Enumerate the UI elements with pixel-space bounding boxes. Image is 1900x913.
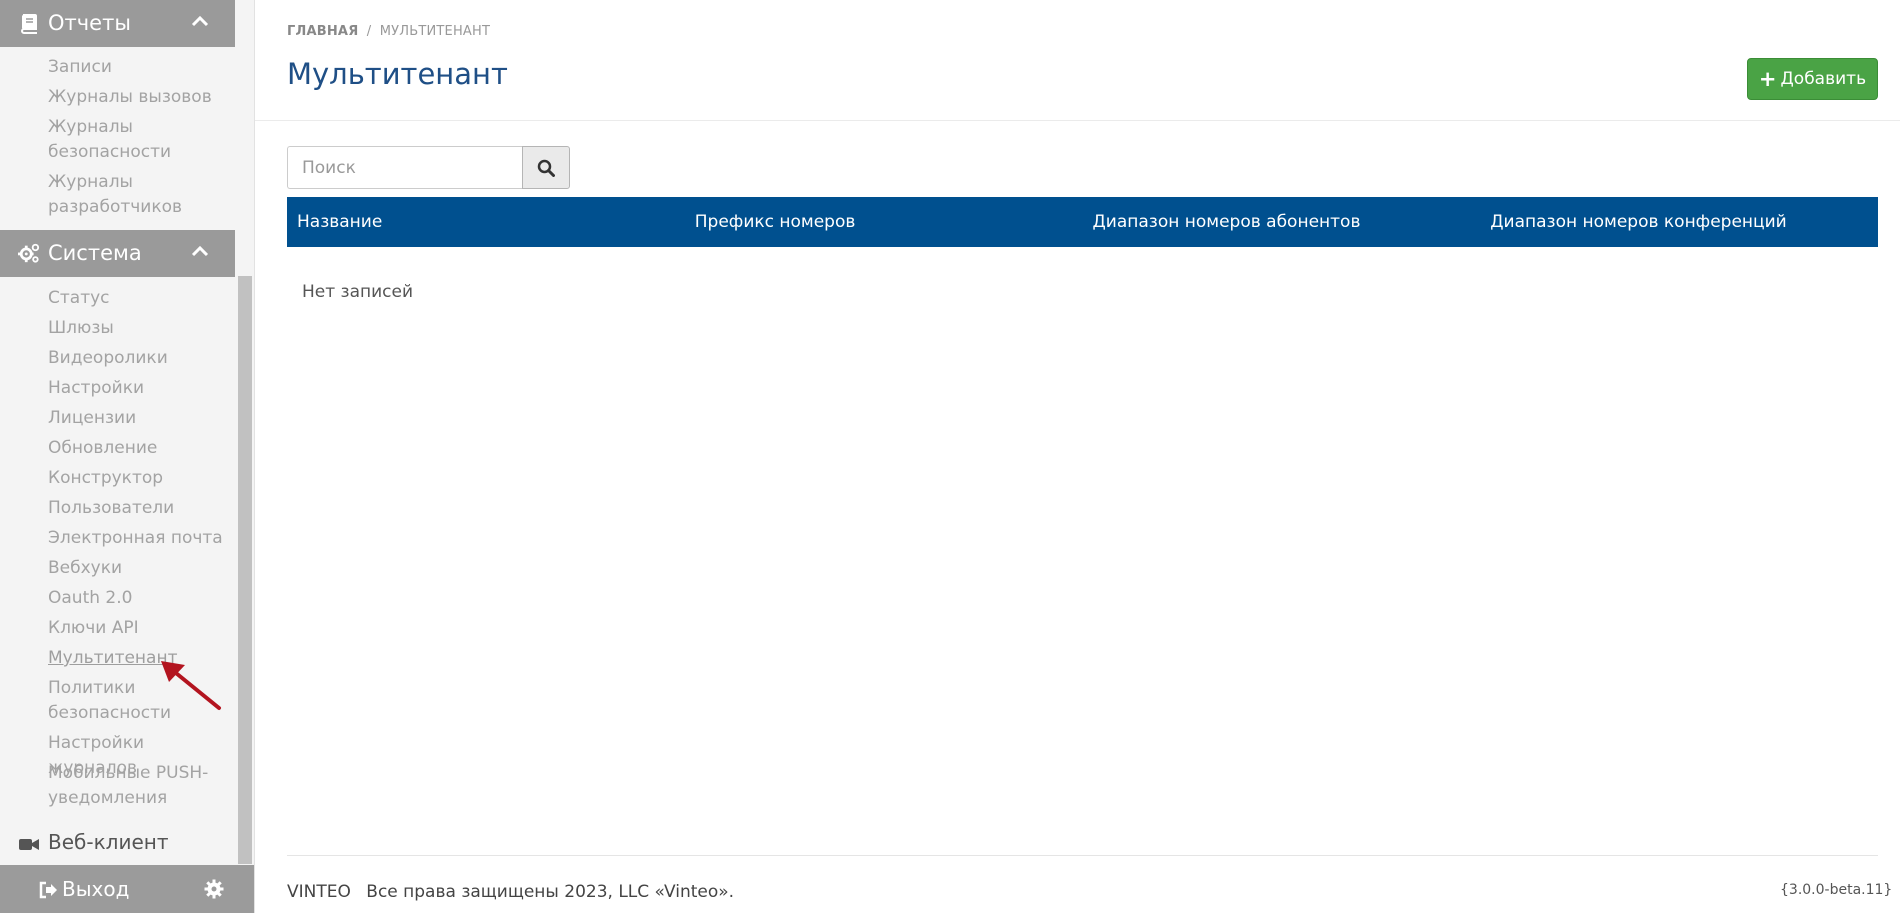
add-button[interactable]: + Добавить — [1747, 58, 1878, 100]
sidebar-item-mobile-push[interactable]: Мобильные PUSH-уведомления — [48, 761, 218, 811]
sidebar-item-label: Веб-клиент — [48, 830, 169, 854]
sidebar-footer: Выход — [0, 865, 254, 913]
search-box — [287, 146, 570, 189]
sign-out-icon — [39, 881, 57, 899]
sidebar-item-api-keys[interactable]: Ключи API — [48, 616, 238, 641]
sidebar-section-system[interactable]: Система — [0, 230, 235, 277]
sidebar-item-videos[interactable]: Видеоролики — [48, 346, 238, 371]
search-icon — [537, 159, 555, 177]
sidebar-section-label: Система — [48, 241, 142, 265]
search-button[interactable] — [522, 146, 570, 189]
sidebar-item-gateways[interactable]: Шлюзы — [48, 316, 238, 341]
add-button-label: Добавить — [1780, 69, 1867, 89]
sidebar-item-records[interactable]: Записи — [48, 55, 238, 80]
sidebar-scrollbar-thumb[interactable] — [238, 276, 252, 864]
sidebar-item-multitenant[interactable]: Мультитенант — [48, 646, 238, 671]
sidebar-scrollbar[interactable] — [235, 0, 254, 865]
sidebar-item-call-logs[interactable]: Журналы вызовов — [48, 85, 238, 110]
table-header: Название Префикс номеров Диапазон номеро… — [287, 197, 1878, 247]
header-divider — [255, 120, 1900, 121]
footer-version: {3.0.0-beta.11} — [1780, 882, 1893, 898]
page-title: Мультитенант — [287, 57, 508, 91]
breadcrumb-home[interactable]: ГЛАВНАЯ — [287, 24, 358, 39]
sidebar-section-label: Отчеты — [48, 11, 131, 35]
search-input[interactable] — [287, 146, 522, 189]
book-icon — [21, 14, 37, 34]
sidebar-item-licenses[interactable]: Лицензии — [48, 406, 238, 431]
chevron-up-icon — [191, 245, 209, 257]
main-content: ГЛАВНАЯ / МУЛЬТИТЕНАНТ Мультитенант + До… — [255, 0, 1900, 913]
sidebar-item-update[interactable]: Обновление — [48, 436, 238, 461]
sidebar-menu: Отчеты Записи Журналы вызовов Журналы бе… — [0, 0, 235, 865]
footer-divider — [287, 855, 1878, 856]
column-header-subscriber-range[interactable]: Диапазон номеров абонентов — [1083, 197, 1481, 247]
sidebar-item-developer-logs[interactable]: Журналы разработчиков — [48, 170, 198, 220]
sidebar-item-status[interactable]: Статус — [48, 286, 238, 311]
plus-icon: + — [1758, 67, 1777, 91]
breadcrumb-separator: / — [366, 24, 372, 39]
footer-brand: VINTEO — [287, 882, 351, 902]
sidebar-item-email[interactable]: Электронная почта — [48, 526, 238, 551]
column-header-prefix[interactable]: Префикс номеров — [685, 197, 1083, 247]
logout-label: Выход — [62, 877, 130, 901]
sidebar-item-oauth[interactable]: Oauth 2.0 — [48, 586, 238, 611]
gear-icon[interactable] — [204, 879, 224, 899]
column-header-name[interactable]: Название — [287, 197, 685, 247]
empty-table-message: Нет записей — [302, 282, 414, 302]
sidebar-item-users[interactable]: Пользователи — [48, 496, 238, 521]
column-header-conference-range[interactable]: Диапазон номеров конференций — [1480, 197, 1878, 247]
sidebar-item-settings[interactable]: Настройки — [48, 376, 238, 401]
sidebar-item-security-policies[interactable]: Политики безопасности — [48, 676, 198, 726]
footer-copyright: Все права защищены 2023, LLC «Vinteo». — [366, 882, 735, 902]
breadcrumb: ГЛАВНАЯ / МУЛЬТИТЕНАНТ — [287, 24, 490, 39]
app-root: Отчеты Записи Журналы вызовов Журналы бе… — [0, 0, 1900, 913]
sidebar-item-webclient[interactable]: Веб-клиент — [0, 825, 235, 865]
sidebar-section-reports[interactable]: Отчеты — [0, 0, 235, 47]
sidebar-item-constructor[interactable]: Конструктор — [48, 466, 238, 491]
footer: VINTEO Все права защищены 2023, LLC «Vin… — [287, 882, 734, 902]
breadcrumb-current: МУЛЬТИТЕНАНТ — [379, 24, 491, 39]
chevron-up-icon — [191, 15, 209, 27]
sidebar: Отчеты Записи Журналы вызовов Журналы бе… — [0, 0, 255, 913]
sidebar-item-security-logs[interactable]: Журналы безопасности — [48, 115, 198, 165]
video-camera-icon — [19, 839, 39, 850]
cogs-icon — [18, 243, 40, 263]
logout-button[interactable]: Выход — [30, 865, 150, 913]
sidebar-item-webhooks[interactable]: Вебхуки — [48, 556, 238, 581]
